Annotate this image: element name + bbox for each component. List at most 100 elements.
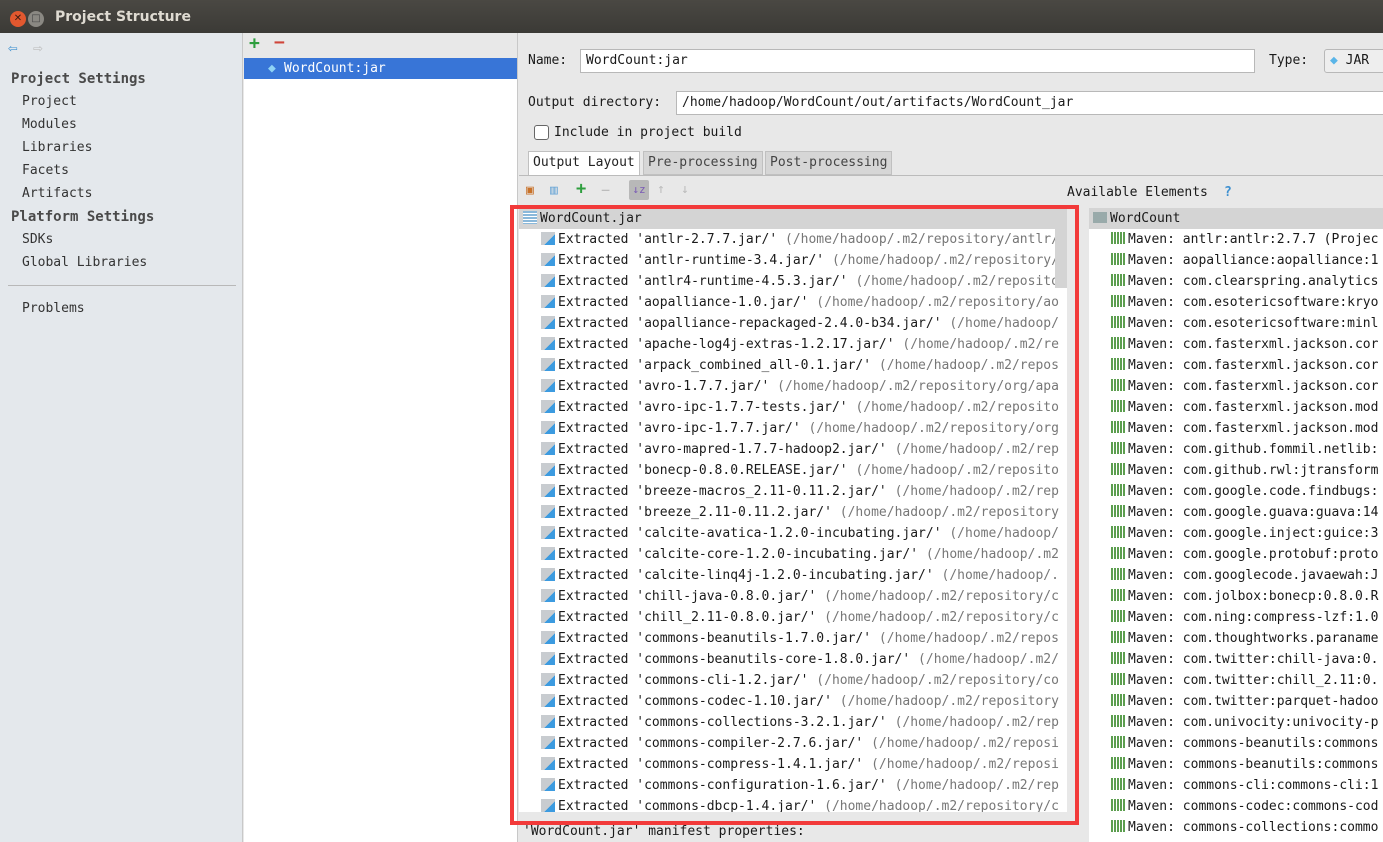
library-icon [1111, 253, 1125, 265]
available-item-maven[interactable]: Maven: com.thoughtworks.paraname [1089, 628, 1383, 649]
create-archive-icon[interactable]: ▥ [550, 183, 558, 198]
artifact-item-wordcount-jar[interactable]: ◆ WordCount:jar [244, 58, 517, 79]
name-input[interactable]: WordCount:jar [580, 49, 1255, 73]
library-icon [1111, 379, 1125, 391]
available-item-maven[interactable]: Maven: com.fasterxml.jackson.cor [1089, 355, 1383, 376]
library-icon [1111, 274, 1125, 286]
library-icon [1111, 631, 1125, 643]
tab-pre-processing[interactable]: Pre-processing [643, 151, 763, 175]
library-icon [1111, 736, 1125, 748]
available-elements-tree: WordCount Maven: antlr:antlr:2.7.7 (Proj… [1089, 208, 1383, 842]
available-root[interactable]: WordCount [1089, 208, 1383, 229]
jar-icon: ◆ [1330, 53, 1338, 68]
maximize-window-button[interactable]: □ [28, 11, 44, 27]
available-item-maven[interactable]: Maven: com.twitter:chill_2.11:0. [1089, 670, 1383, 691]
highlight-box [510, 205, 1079, 825]
library-icon [1111, 694, 1125, 706]
create-directory-icon[interactable]: ▣ [526, 183, 534, 198]
name-label: Name: [528, 53, 568, 68]
sidebar-item-libraries[interactable]: Libraries [22, 140, 92, 155]
available-item-maven[interactable]: Maven: com.fasterxml.jackson.cor [1089, 334, 1383, 355]
sort-icon[interactable]: ↓z [629, 180, 649, 200]
sidebar-item-artifacts[interactable]: Artifacts [22, 186, 92, 201]
available-item-maven[interactable]: Maven: com.univocity:univocity-p [1089, 712, 1383, 733]
divider [8, 285, 236, 286]
tab-output-layout[interactable]: Output Layout [528, 151, 640, 175]
library-icon [1111, 778, 1125, 790]
available-item-maven[interactable]: Maven: com.google.guava:guava:14 [1089, 502, 1383, 523]
library-icon [1111, 358, 1125, 370]
sidebar-item-problems[interactable]: Problems [22, 301, 85, 316]
available-item-maven[interactable]: Maven: com.google.code.findbugs: [1089, 481, 1383, 502]
add-artifact-button[interactable]: + [249, 33, 260, 54]
title-bar: ✕ □ Project Structure [0, 0, 1383, 33]
include-in-build-label[interactable]: Include in project build [554, 125, 742, 140]
library-icon [1111, 673, 1125, 685]
output-directory-input[interactable]: /home/hadoop/WordCount/out/artifacts/Wor… [676, 91, 1383, 115]
library-icon [1111, 526, 1125, 538]
library-icon [1111, 652, 1125, 664]
available-item-maven[interactable]: Maven: commons-cli:commons-cli:1 [1089, 775, 1383, 796]
remove-artifact-button[interactable]: − [274, 32, 285, 53]
available-item-maven[interactable]: Maven: antlr:antlr:2.7.7 (Projec [1089, 229, 1383, 250]
type-select[interactable]: ◆ JAR [1324, 49, 1383, 73]
available-item-maven[interactable]: Maven: commons-beanutils:commons [1089, 733, 1383, 754]
library-icon [1111, 337, 1125, 349]
artifact-list: + − ◆ WordCount:jar [244, 32, 518, 842]
move-down-icon[interactable]: ↓ [681, 182, 689, 197]
forward-arrow-icon[interactable]: ⇨ [33, 38, 43, 57]
tab-divider [519, 175, 1383, 176]
available-item-maven[interactable]: Maven: aopalliance:aopalliance:1 [1089, 250, 1383, 271]
remove-element-button[interactable]: − [601, 181, 610, 199]
include-in-build-checkbox[interactable] [534, 125, 549, 140]
library-icon [1111, 484, 1125, 496]
available-item-maven[interactable]: Maven: com.twitter:parquet-hadoo [1089, 691, 1383, 712]
sidebar-item-sdks[interactable]: SDKs [22, 232, 53, 247]
artifact-toolbar: + − [244, 32, 517, 58]
artifact-icon: ◆ [268, 61, 276, 76]
available-item-maven[interactable]: Maven: com.esotericsoftware:kryo [1089, 292, 1383, 313]
sidebar-item-facets[interactable]: Facets [22, 163, 69, 178]
library-icon [1111, 799, 1125, 811]
add-element-button[interactable]: + [576, 179, 586, 199]
available-item-maven[interactable]: Maven: commons-collections:commo [1089, 817, 1383, 838]
available-item-maven[interactable]: Maven: com.esotericsoftware:minl [1089, 313, 1383, 334]
available-item-maven[interactable]: Maven: com.fasterxml.jackson.mod [1089, 397, 1383, 418]
library-icon [1111, 715, 1125, 727]
available-item-maven[interactable]: Maven: com.twitter:chill-java:0. [1089, 649, 1383, 670]
available-item-maven[interactable]: Maven: com.googlecode.javaewah:J [1089, 565, 1383, 586]
library-icon [1111, 610, 1125, 622]
type-label: Type: [1269, 53, 1309, 68]
close-window-button[interactable]: ✕ [10, 11, 26, 27]
sidebar-item-project[interactable]: Project [22, 94, 77, 109]
library-icon [1111, 463, 1125, 475]
sidebar-item-global-libraries[interactable]: Global Libraries [22, 255, 147, 270]
library-icon [1111, 589, 1125, 601]
library-icon [1111, 547, 1125, 559]
library-icon [1111, 505, 1125, 517]
available-item-maven[interactable]: Maven: com.fasterxml.jackson.mod [1089, 418, 1383, 439]
library-icon [1111, 232, 1125, 244]
library-icon [1111, 442, 1125, 454]
sidebar-item-modules[interactable]: Modules [22, 117, 77, 132]
move-up-icon[interactable]: ↑ [657, 182, 665, 197]
available-item-maven[interactable]: Maven: com.clearspring.analytics [1089, 271, 1383, 292]
library-icon [1111, 820, 1125, 832]
library-icon [1111, 316, 1125, 328]
back-arrow-icon[interactable]: ⇦ [8, 38, 18, 57]
platform-settings-heading: Platform Settings [11, 209, 155, 225]
available-item-maven[interactable]: Maven: com.github.fommil.netlib: [1089, 439, 1383, 460]
available-item-maven[interactable]: Maven: com.jolbox:bonecp:0.8.0.R [1089, 586, 1383, 607]
available-item-maven[interactable]: Maven: commons-codec:commons-cod [1089, 796, 1383, 817]
window-title: Project Structure [55, 9, 191, 25]
available-item-maven[interactable]: Maven: com.fasterxml.jackson.cor [1089, 376, 1383, 397]
library-icon [1111, 421, 1125, 433]
available-item-maven[interactable]: Maven: com.ning:compress-lzf:1.0 [1089, 607, 1383, 628]
help-icon[interactable]: ? [1224, 185, 1232, 200]
available-item-maven[interactable]: Maven: commons-beanutils:commons [1089, 754, 1383, 775]
tab-post-processing[interactable]: Post-processing [765, 151, 893, 175]
available-item-maven[interactable]: Maven: com.google.protobuf:proto [1089, 544, 1383, 565]
available-item-maven[interactable]: Maven: com.google.inject:guice:3 [1089, 523, 1383, 544]
sidebar: ⇦ ⇨ Project Settings Project Modules Lib… [0, 33, 243, 842]
available-item-maven[interactable]: Maven: com.github.rwl:jtransform [1089, 460, 1383, 481]
